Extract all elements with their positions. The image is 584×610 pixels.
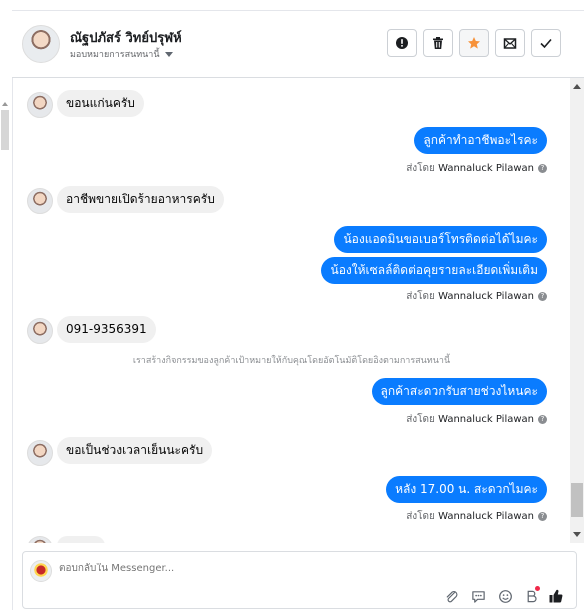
top-border [0,0,584,11]
chevron-down-icon [164,52,173,57]
sent-by-label: ส่งโดย Wannaluck Pilawan? [406,412,547,427]
contact-name[interactable]: ณัฐปภัสร์ วิทย์ปรุฬห์ [70,27,182,48]
incoming-message[interactable]: 091-9356391 [57,316,156,343]
page-avatar [30,560,52,582]
contact-avatar-small [27,188,53,214]
incoming-message[interactable]: อาชีพขายเปิดร้ายอาหารครับ [57,186,224,213]
trash-icon [433,37,443,49]
contact-avatar-small [27,440,53,466]
outgoing-message[interactable]: ลูกค้าสะดวกรับสายช่วงไหนคะ [371,378,547,405]
help-icon[interactable]: ? [538,291,547,301]
smiley-icon [498,589,512,603]
sent-by-prefix: ส่งโดย [406,511,435,522]
saved-reply-button[interactable] [470,588,486,604]
assign-conversation-dropdown[interactable]: มอบหมายการสนทนานี้ [70,47,173,61]
reply-composer [22,551,577,609]
sender-name: Wannaluck Pilawan [438,511,534,522]
scroll-down-arrow[interactable] [573,532,581,537]
left-scroll-up-arrow[interactable] [2,102,8,106]
sender-name: Wannaluck Pilawan [438,163,534,174]
outgoing-message[interactable]: น้องให้เซลล์ติดต่อคุยรายละเอียดเพิ่มเติม [321,257,547,284]
attachment-button[interactable] [443,588,459,604]
help-icon[interactable]: ? [538,414,547,424]
star-icon [468,37,480,49]
envelope-icon [503,38,517,49]
paperclip-icon [446,590,457,602]
contact-avatar[interactable] [22,25,60,63]
thread-scrollbar[interactable] [570,78,584,543]
star-button[interactable] [459,29,489,57]
outgoing-message[interactable]: น้องแอดมินขอเบอร์โทรติดต่อได้ไมคะ [334,226,547,253]
sender-name: Wannaluck Pilawan [438,414,534,425]
sent-by-prefix: ส่งโดย [406,414,435,425]
incoming-message[interactable]: ขอเป็นช่วงเวลาเย็นนะครับ [57,437,213,464]
sent-by-prefix: ส่งโดย [406,291,435,302]
left-scrollbar-thumb[interactable] [1,110,9,150]
outgoing-message[interactable]: หลัง 17.00 น. สะดวกไมคะ [386,476,547,503]
outgoing-message[interactable]: ลูกค้าทำอาชีพอะไรคะ [414,127,547,154]
contact-avatar-small [27,92,53,118]
scrollbar-thumb[interactable] [571,483,583,517]
incoming-message[interactable]: ขอนแก่นครับ [57,90,144,117]
like-button[interactable] [548,588,564,604]
notification-dot [535,586,540,591]
sent-by-label: ส่งโดย Wannaluck Pilawan? [406,289,547,304]
assign-label: มอบหมายการสนทนานี้ [70,50,160,60]
mark-spam-button[interactable] [387,29,417,57]
left-panel-edge [0,10,13,610]
sent-by-label: ส่งโดย Wannaluck Pilawan? [406,161,547,176]
conversation-header: ณัฐปภัสร์ วิทย์ปรุฬห์ มอบหมายการสนทนานี้ [12,11,584,78]
help-icon[interactable]: ? [538,511,547,521]
sent-by-label: ส่งโดย Wannaluck Pilawan? [406,509,547,524]
incoming-message-partial[interactable] [57,536,105,543]
message-thread: ขอนแก่นครับ ลูกค้าทำอาชีพอะไรคะ ส่งโดย W… [13,78,570,543]
reply-input[interactable] [59,563,459,574]
sent-by-prefix: ส่งโดย [406,163,435,174]
scroll-up-arrow[interactable] [573,84,581,89]
bot-button[interactable] [523,586,540,604]
help-icon[interactable]: ? [538,163,547,173]
alert-icon [396,37,408,49]
contact-avatar-small [27,536,53,543]
emoji-button[interactable] [497,588,513,604]
checkmark-icon [540,38,552,49]
thumbs-up-icon [549,589,563,603]
delete-button[interactable] [423,29,453,57]
sender-name: Wannaluck Pilawan [438,291,534,302]
mark-done-button[interactable] [531,29,561,57]
contact-avatar-small [27,318,53,344]
chat-bubble-icon [471,590,485,603]
mark-unread-button[interactable] [495,29,525,57]
system-notice: เราสร้างกิจกรรมของลูกค้าเป้าหมายให้กับคุ… [132,356,451,366]
